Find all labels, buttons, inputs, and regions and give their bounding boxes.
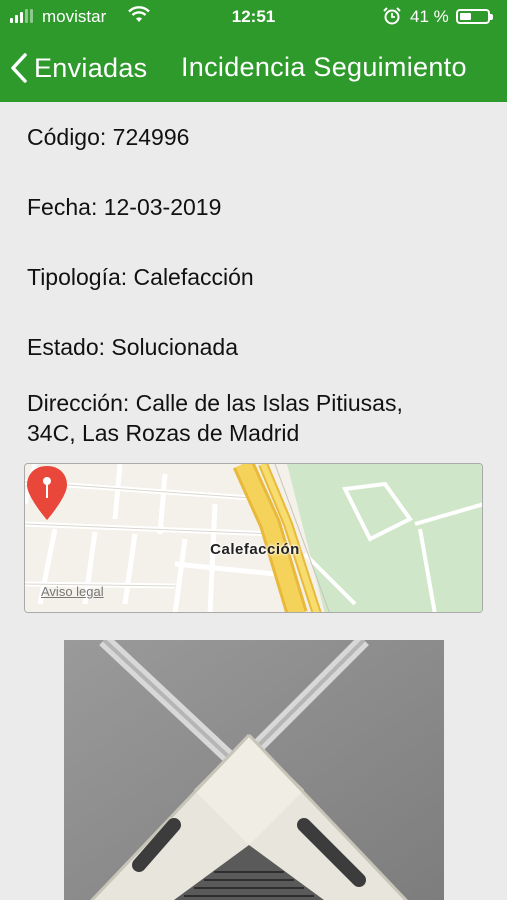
map-pin-label: Calefacción <box>210 541 300 558</box>
air-conditioner-image <box>64 640 444 900</box>
direccion-line1: Calle de las Islas Pitiusas, <box>135 390 403 416</box>
tipologia-label: Tipología <box>27 264 134 290</box>
page-title: Incidencia Seguimiento <box>181 52 467 82</box>
codigo-field: Código724996 <box>27 122 189 152</box>
estado-value: Solucionada <box>111 334 238 360</box>
estado-field: EstadoSolucionada <box>27 332 238 362</box>
alarm-icon <box>382 6 402 31</box>
navigation-bar: Enviadas Incidencia Seguimiento <box>0 34 507 102</box>
codigo-label: Código <box>27 124 113 150</box>
direccion-label: Dirección <box>27 390 136 416</box>
back-button[interactable]: Enviadas <box>10 48 147 88</box>
incident-photo <box>64 640 444 900</box>
fecha-value: 12-03-2019 <box>103 194 222 220</box>
battery-icon <box>456 9 493 24</box>
location-pin-icon[interactable] <box>25 464 69 522</box>
estado-label: Estado <box>27 334 111 360</box>
codigo-value: 724996 <box>112 124 190 150</box>
fecha-label: Fecha <box>27 194 104 220</box>
status-bar: movistar 12:51 41 % <box>0 0 507 34</box>
chevron-left-icon <box>11 53 27 83</box>
direccion-line2: 34C, Las Rozas de Madrid <box>27 420 300 446</box>
tipologia-value: Calefacción <box>133 264 254 290</box>
battery-percent: 41 % <box>410 7 449 26</box>
location-map[interactable]: Calefacción Aviso legal <box>24 463 483 613</box>
fecha-field: Fecha12-03-2019 <box>27 192 221 222</box>
legal-link[interactable]: Aviso legal <box>41 584 104 599</box>
back-button-label: Enviadas <box>34 52 148 83</box>
tipologia-field: TipologíaCalefacción <box>27 262 254 292</box>
direccion-field: DirecciónCalle de las Islas Pitiusas, 34… <box>27 388 403 448</box>
